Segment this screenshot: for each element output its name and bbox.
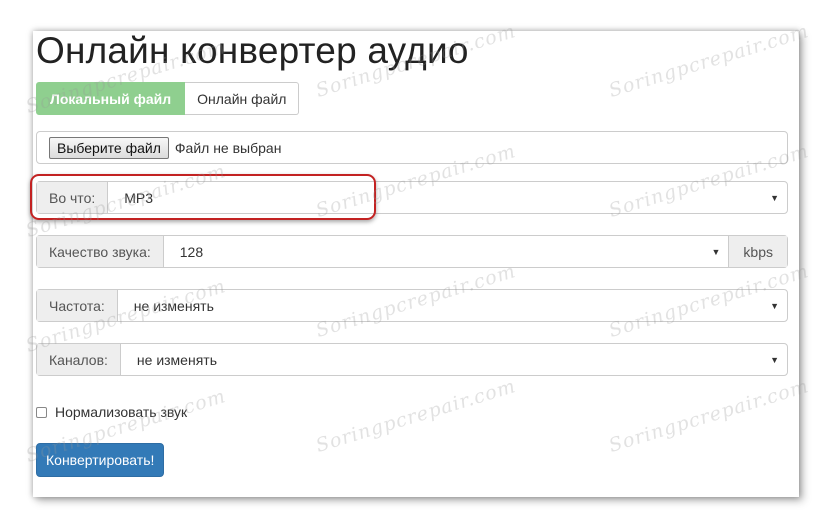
channels-select[interactable]: не изменять ▼ bbox=[121, 344, 787, 375]
channels-select-value: не изменять bbox=[136, 351, 217, 368]
quality-select-group: Качество звука: 128 ▼ kbps bbox=[36, 235, 788, 268]
format-select-value: MP3 bbox=[124, 189, 154, 206]
quality-label: Качество звука: bbox=[37, 236, 164, 267]
frequency-select[interactable]: не изменять ▼ bbox=[118, 290, 787, 321]
format-label: Во что: bbox=[37, 182, 109, 213]
file-input-row: Выберите файл Файл не выбран bbox=[36, 131, 788, 164]
tab-local-file[interactable]: Локальный файл bbox=[36, 82, 186, 115]
format-select[interactable]: MP3 ▼ bbox=[108, 182, 787, 213]
quality-select[interactable]: 128 ▼ bbox=[164, 236, 729, 267]
choose-file-button[interactable]: Выберите файл bbox=[49, 136, 169, 159]
chevron-down-icon: ▼ bbox=[770, 300, 779, 311]
normalize-label[interactable]: Нормализовать звук bbox=[55, 404, 187, 420]
chevron-down-icon: ▼ bbox=[770, 192, 779, 203]
normalize-checkbox[interactable] bbox=[36, 406, 47, 418]
chevron-down-icon: ▼ bbox=[711, 246, 721, 257]
convert-button[interactable]: Конвертировать! bbox=[36, 443, 165, 477]
channels-label: Каналов: bbox=[37, 344, 121, 375]
tab-online-file[interactable]: Онлайн файл bbox=[185, 82, 300, 115]
file-status-text: Файл не выбран bbox=[174, 139, 282, 156]
normalize-option: Нормализовать звук bbox=[36, 404, 187, 420]
format-select-group: Во что: MP3 ▼ bbox=[36, 181, 788, 214]
quality-select-value: 128 bbox=[179, 243, 204, 260]
frequency-select-group: Частота: не изменять ▼ bbox=[36, 289, 788, 322]
chevron-down-icon: ▼ bbox=[770, 354, 779, 365]
quality-unit: kbps bbox=[728, 236, 787, 267]
page-title: Онлайн конвертер аудио bbox=[36, 30, 469, 71]
source-tabs: Локальный файл Онлайн файл bbox=[36, 82, 300, 115]
frequency-label: Частота: bbox=[37, 290, 118, 321]
channels-select-group: Каналов: не изменять ▼ bbox=[36, 343, 788, 376]
frequency-select-value: не изменять bbox=[133, 297, 214, 314]
